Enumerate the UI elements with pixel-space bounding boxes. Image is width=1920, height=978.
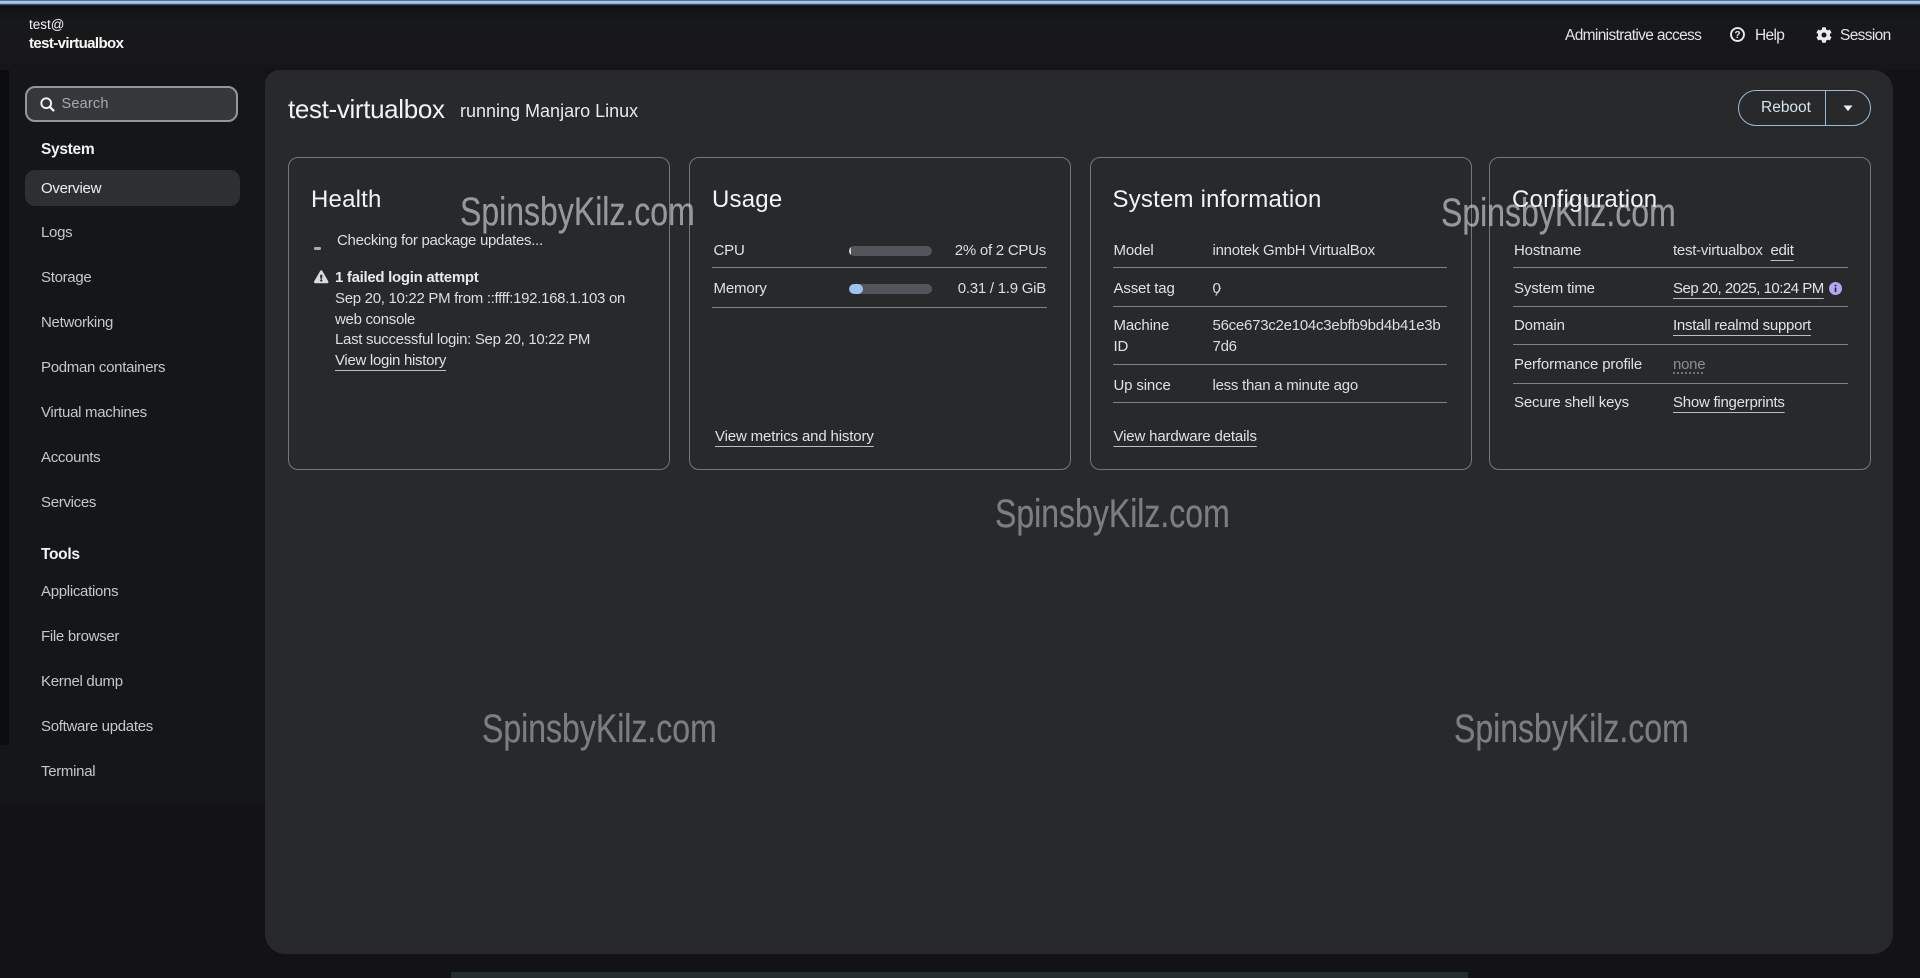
- svg-text:?: ?: [1734, 30, 1740, 41]
